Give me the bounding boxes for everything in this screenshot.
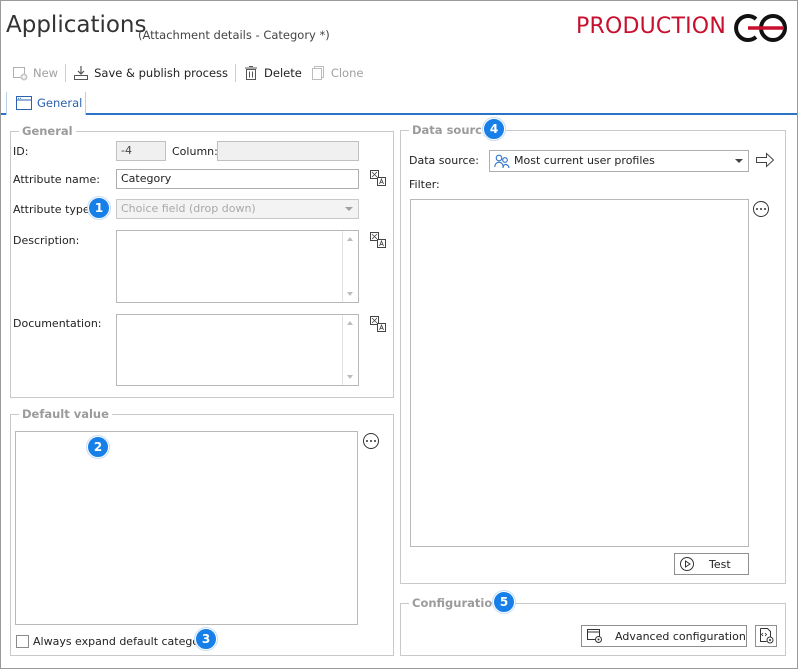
- play-icon: [680, 557, 694, 571]
- save-publish-label: Save & publish process: [94, 66, 229, 80]
- id-label: ID:: [13, 145, 29, 158]
- documentation-label: Documentation:: [13, 317, 102, 330]
- more-options-icon[interactable]: [753, 201, 769, 217]
- callout-badge-4: 4: [483, 118, 505, 140]
- documentation-textarea[interactable]: [116, 314, 359, 386]
- delete-button[interactable]: Delete: [239, 62, 306, 84]
- translate-icon[interactable]: [370, 316, 386, 335]
- tab-general-label: General: [37, 96, 83, 110]
- filter-label: Filter:: [409, 178, 440, 191]
- attribute-type-value: Choice field (drop down): [121, 202, 256, 215]
- description-textarea[interactable]: [116, 230, 359, 303]
- environment-label: PRODUCTION: [576, 14, 726, 39]
- default-value-legend: Default value: [19, 407, 112, 421]
- callout-badge-1: 1: [88, 197, 110, 219]
- config-window-icon: [587, 629, 602, 643]
- clone-button-label: Clone: [330, 66, 364, 80]
- window-icon: [16, 96, 32, 110]
- attribute-name-label: Attribute name:: [13, 173, 100, 186]
- advanced-configuration-label: Advanced configuration: [615, 629, 746, 643]
- code-config-button[interactable]: [755, 625, 777, 647]
- tab-strip: [1, 113, 797, 115]
- scroll-up-icon: [347, 237, 353, 241]
- data-source-dropdown[interactable]: Most current user profiles: [489, 150, 749, 172]
- scrollbar[interactable]: [342, 231, 358, 302]
- attribute-type-label: Attribute type:: [13, 203, 94, 216]
- always-expand-label: Always expand default category: [33, 635, 211, 648]
- scroll-up-icon: [347, 321, 353, 325]
- page-title: Applications: [6, 12, 147, 38]
- test-button[interactable]: Test: [674, 553, 749, 575]
- trash-icon: [245, 66, 258, 80]
- chevron-down-icon: [345, 207, 353, 211]
- data-source-value: Most current user profiles: [514, 154, 655, 167]
- logo-icon: [728, 12, 792, 47]
- toolbar: New Save & publish process Delete Clone: [8, 62, 367, 84]
- advanced-configuration-button[interactable]: Advanced configuration: [581, 625, 747, 647]
- id-field[interactable]: -4: [116, 141, 166, 161]
- navigate-arrow-icon[interactable]: [755, 152, 775, 171]
- always-expand-checkbox[interactable]: [16, 635, 29, 648]
- clone-icon: [311, 66, 324, 80]
- column-field[interactable]: [217, 141, 359, 161]
- translate-icon[interactable]: [370, 232, 386, 251]
- data-source-legend: Data source: [409, 123, 493, 137]
- new-button[interactable]: New: [8, 62, 62, 84]
- translate-icon[interactable]: [370, 170, 386, 189]
- save-publish-icon: [74, 66, 89, 80]
- filter-editor[interactable]: [410, 199, 749, 547]
- default-value-editor[interactable]: [15, 431, 358, 625]
- scrollbar[interactable]: [342, 315, 358, 385]
- data-source-label: Data source:: [409, 154, 479, 167]
- new-button-label: New: [33, 66, 59, 80]
- callout-badge-5: 5: [493, 591, 515, 613]
- configuration-legend: Configuration: [409, 596, 504, 610]
- attribute-type-dropdown[interactable]: Choice field (drop down): [116, 199, 359, 219]
- users-icon: [494, 154, 510, 169]
- description-label: Description:: [13, 234, 80, 247]
- toolbar-separator: [235, 64, 237, 82]
- tab-general[interactable]: General: [6, 90, 86, 115]
- callout-badge-3: 3: [195, 628, 217, 650]
- more-options-icon[interactable]: [363, 433, 379, 449]
- general-legend: General: [19, 124, 76, 138]
- clone-button[interactable]: Clone: [306, 62, 368, 84]
- test-button-label: Test: [709, 557, 731, 571]
- save-publish-button[interactable]: Save & publish process: [69, 62, 232, 84]
- scroll-down-icon: [347, 375, 353, 379]
- page-subtitle: (Attachment details - Category *): [138, 28, 330, 42]
- attribute-name-field[interactable]: Category: [116, 169, 359, 189]
- code-settings-icon: [760, 628, 774, 644]
- column-label: Column:: [172, 145, 218, 158]
- new-icon: [13, 67, 28, 81]
- toolbar-separator: [65, 64, 67, 82]
- callout-badge-2: 2: [87, 436, 109, 458]
- scroll-down-icon: [347, 292, 353, 296]
- chevron-down-icon: [735, 159, 743, 163]
- delete-button-label: Delete: [264, 66, 302, 80]
